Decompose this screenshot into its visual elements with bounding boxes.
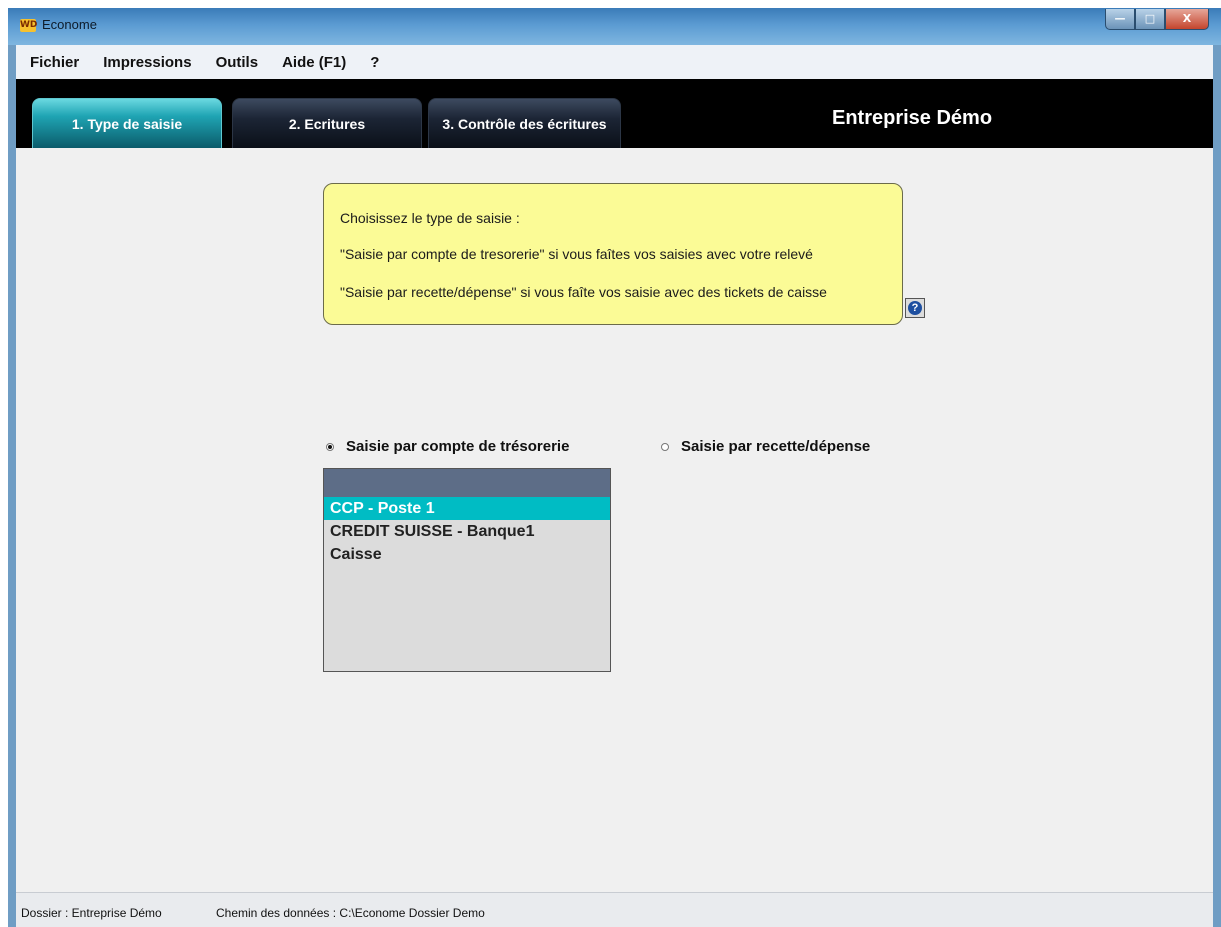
header-bar: 1. Type de saisie 2. Ecritures 3. Contrô… xyxy=(16,79,1213,148)
radio-button-icon[interactable] xyxy=(661,442,669,451)
note-line-1: Choisissez le type de saisie : xyxy=(340,210,520,226)
menu-impressions[interactable]: Impressions xyxy=(103,54,191,71)
tab-controle-ecritures[interactable]: 3. Contrôle des écritures xyxy=(428,98,621,148)
note-line-3: "Saisie par recette/dépense" si vous faî… xyxy=(340,284,827,300)
menu-outils[interactable]: Outils xyxy=(216,54,259,71)
company-name: Entreprise Démo xyxy=(832,107,993,129)
radio-button-checked-icon[interactable] xyxy=(326,442,334,451)
radio-recette-depense[interactable]: Saisie par recette/dépense xyxy=(661,438,870,455)
tab-ecritures[interactable]: 2. Ecritures xyxy=(232,98,422,148)
window-controls: — □ X xyxy=(1105,9,1209,30)
minimize-button[interactable]: — xyxy=(1105,9,1135,30)
title-bar[interactable]: WD Econome — □ X xyxy=(8,8,1221,45)
status-dossier: Dossier : Entreprise Démo xyxy=(21,906,162,920)
radio-recette-depense-label: Saisie par recette/dépense xyxy=(681,438,871,455)
accounts-listbox[interactable]: CCP - Poste 1 CREDIT SUISSE - Banque1 Ca… xyxy=(323,468,611,672)
menu-aide[interactable]: Aide (F1) xyxy=(282,54,346,71)
radio-tresorerie[interactable]: Saisie par compte de trésorerie xyxy=(326,438,569,455)
app-window: WD Econome — □ X Fichier Impressions Out… xyxy=(8,8,1221,927)
main-panel: Choisissez le type de saisie : "Saisie p… xyxy=(16,148,1213,892)
list-item[interactable]: CREDIT SUISSE - Banque1 xyxy=(324,520,610,543)
help-button[interactable]: ? xyxy=(905,298,925,318)
window-title: Econome xyxy=(42,17,97,32)
menu-fichier[interactable]: Fichier xyxy=(30,54,79,71)
app-icon: WD xyxy=(20,19,38,32)
radio-tresorerie-label: Saisie par compte de trésorerie xyxy=(346,438,570,455)
close-button[interactable]: X xyxy=(1165,9,1209,30)
status-bar: Dossier : Entreprise Démo Chemin des don… xyxy=(16,892,1213,927)
list-header xyxy=(324,469,610,497)
help-icon: ? xyxy=(908,301,922,315)
info-note: Choisissez le type de saisie : "Saisie p… xyxy=(323,183,903,325)
note-line-2: "Saisie par compte de tresorerie" si vou… xyxy=(340,246,813,262)
list-item[interactable]: CCP - Poste 1 xyxy=(324,497,610,520)
maximize-button[interactable]: □ xyxy=(1135,9,1165,30)
list-item[interactable]: Caisse xyxy=(324,543,610,566)
menu-bar: Fichier Impressions Outils Aide (F1) ? xyxy=(16,45,1213,79)
tab-type-de-saisie[interactable]: 1. Type de saisie xyxy=(32,98,222,148)
status-path: Chemin des données : C:\Econome Dossier … xyxy=(216,906,485,920)
menu-about[interactable]: ? xyxy=(370,54,379,71)
